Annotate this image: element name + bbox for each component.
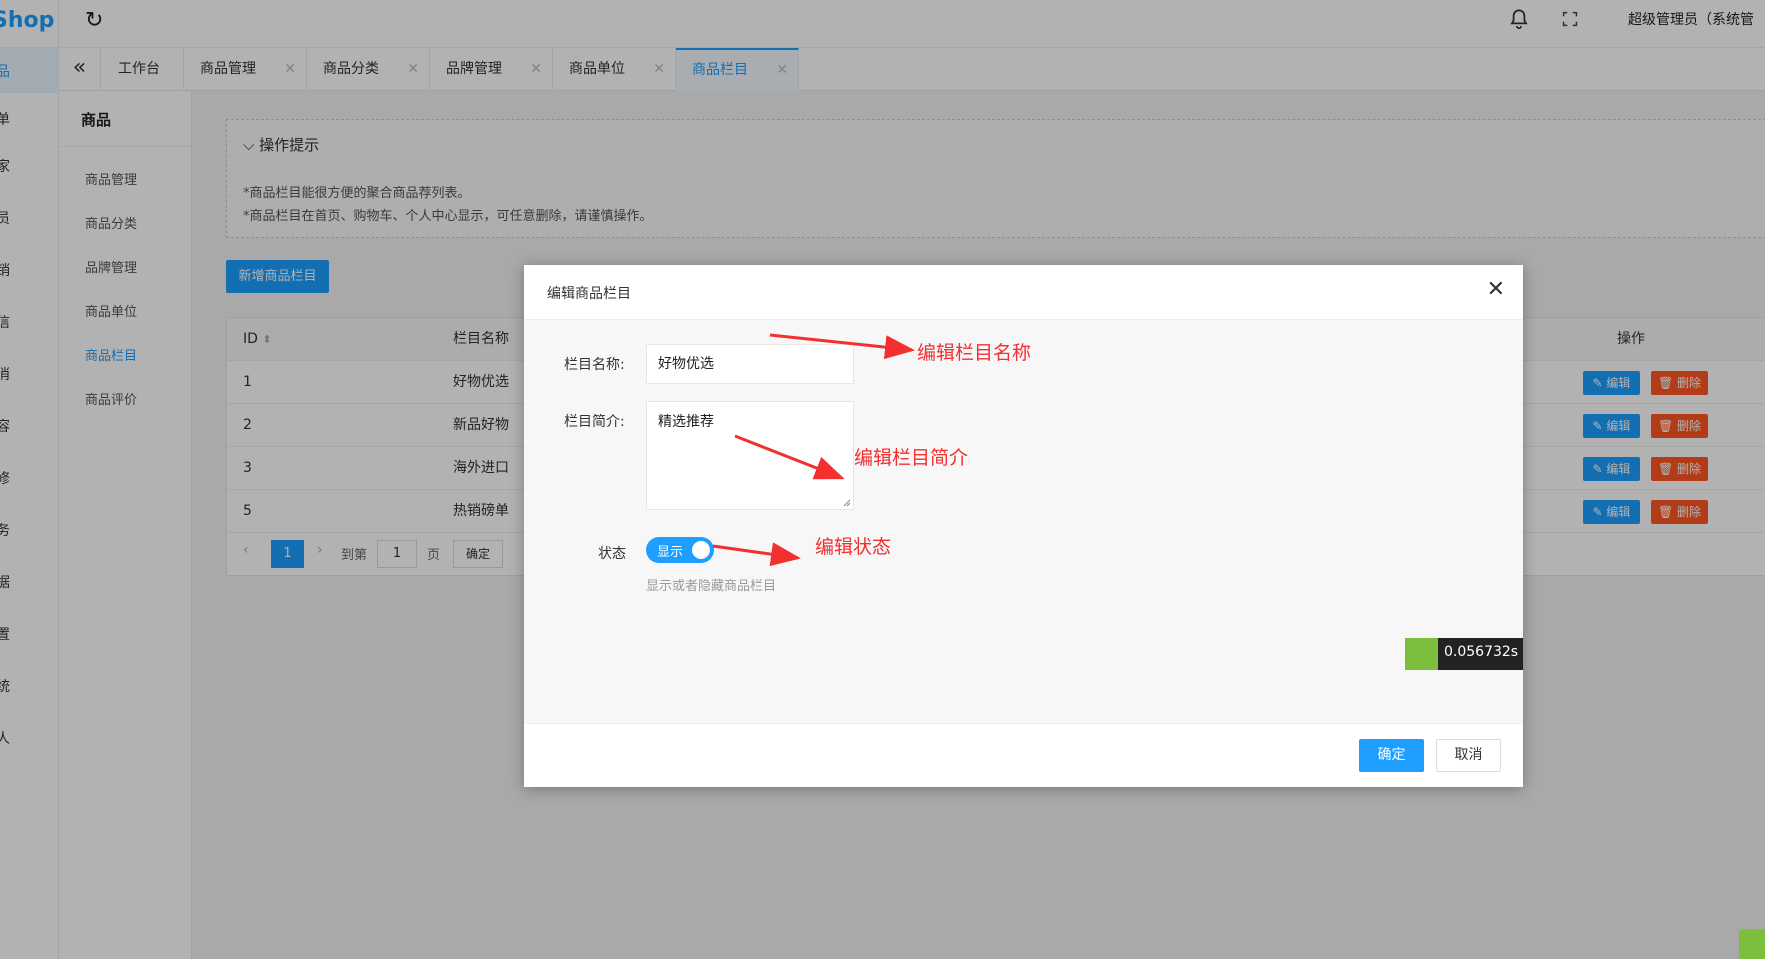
modal-title: 编辑商品栏目 bbox=[547, 286, 631, 302]
modal-body: 栏目名称: 好物优选 栏目简介: 精选推荐 状态 显示 显示或者隐藏商品栏目 编… bbox=[524, 320, 1523, 723]
modal-footer: 确定 取消 bbox=[524, 723, 1523, 787]
cancel-button[interactable]: 取消 bbox=[1436, 739, 1501, 772]
debug-toolbar-icon[interactable] bbox=[1739, 929, 1765, 959]
annotation-name: 编辑栏目名称 bbox=[917, 342, 1032, 364]
annotation-status: 编辑状态 bbox=[815, 536, 892, 558]
debug-time: 0.056732s bbox=[1444, 644, 1519, 660]
annotation-intro: 编辑栏目简介 bbox=[854, 447, 969, 469]
debug-logo-icon bbox=[1405, 638, 1438, 670]
modal-header: 编辑商品栏目 ✕ bbox=[524, 265, 1523, 320]
edit-column-modal: 编辑商品栏目 ✕ 栏目名称: 好物优选 栏目简介: 精选推荐 状态 显示 显示或… bbox=[524, 265, 1523, 787]
debug-badge[interactable]: 0.056732s bbox=[1405, 638, 1523, 670]
annotation-arrows bbox=[712, 333, 915, 567]
confirm-button[interactable]: 确定 bbox=[1359, 739, 1424, 772]
close-icon[interactable]: ✕ bbox=[1487, 277, 1505, 302]
